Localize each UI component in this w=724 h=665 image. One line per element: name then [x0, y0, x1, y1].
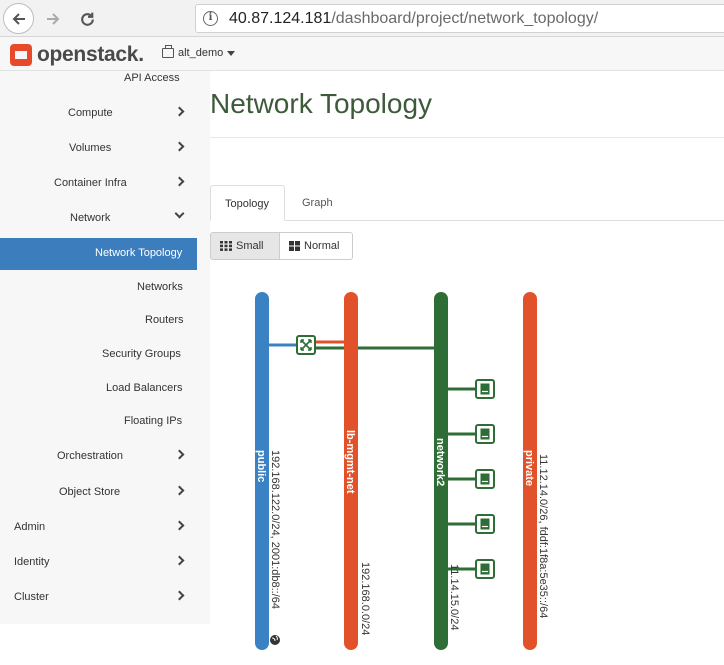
sidebar-item-identity[interactable]: Identity — [0, 548, 197, 578]
network-name-public: public — [255, 450, 267, 482]
network-name-network2: network2 — [434, 438, 446, 486]
small-size-button[interactable]: Small — [210, 232, 279, 260]
project-switcher[interactable]: alt_demo — [162, 45, 236, 59]
sidebar-item-compute[interactable]: Compute — [0, 99, 197, 129]
sidebar-item-routers[interactable]: Routers — [0, 306, 197, 336]
sidebar-item-network[interactable]: Network — [0, 204, 197, 234]
sidebar-item-admin[interactable]: Admin — [0, 513, 197, 543]
sidebar: API Access Compute Volumes Container Inf… — [0, 71, 210, 665]
size-toggle-group: Small Normal — [210, 232, 353, 260]
caret-down-icon — [227, 50, 236, 56]
sidebar-item-cluster[interactable]: Cluster — [0, 583, 197, 613]
page-title: Network Topology — [210, 88, 433, 119]
sidebar-item-floating-ips[interactable]: Floating IPs — [0, 407, 197, 437]
small-size-label: Small — [236, 240, 264, 252]
sidebar-item-api-access[interactable]: API Access — [0, 64, 197, 94]
instance-icon[interactable] — [475, 379, 495, 399]
chevron-right-icon — [174, 555, 185, 566]
sidebar-item-volumes[interactable]: Volumes — [0, 134, 197, 164]
network-cidr-network2: 11.14.15.0/24 — [448, 564, 460, 630]
chevron-right-icon — [174, 141, 185, 152]
reload-icon — [80, 12, 94, 26]
sidebar-item-network-topology[interactable]: Network Topology — [0, 238, 197, 270]
url-path: /dashboard/project/network_topology/ — [331, 10, 599, 27]
url-text[interactable]: 40.87.124.181/dashboard/project/network_… — [229, 10, 598, 28]
sidebar-item-load-balancers[interactable]: Load Balancers — [0, 374, 197, 404]
chevron-right-icon — [174, 106, 185, 117]
briefcase-icon — [162, 45, 174, 58]
sidebar-footer — [0, 624, 210, 665]
network-name-lb-mgmt-net: lb-mgmt-net — [344, 430, 356, 494]
grid-small-icon — [220, 241, 232, 251]
network-name-private: private — [523, 450, 535, 486]
sidebar-item-security-groups[interactable]: Security Groups — [0, 340, 197, 370]
instance-icon[interactable] — [475, 559, 495, 579]
chevron-right-icon — [174, 449, 185, 460]
info-icon[interactable]: i — [203, 11, 218, 26]
sidebar-item-object-store[interactable]: Object Store — [0, 478, 197, 508]
reload-button[interactable] — [72, 4, 102, 34]
project-name: alt_demo — [178, 47, 224, 59]
instance-icon[interactable] — [475, 514, 495, 534]
back-button[interactable] — [3, 3, 34, 34]
chevron-right-icon — [174, 485, 185, 496]
sidebar-item-orchestration[interactable]: Orchestration — [0, 442, 197, 472]
network-cidr-lb-mgmt-net: 192.168.0.0/24 — [359, 562, 371, 635]
arrow-right-icon — [47, 13, 60, 25]
browser-toolbar: i 40.87.124.181/dashboard/project/networ… — [0, 0, 724, 37]
network-cidr-private: 11.12.14.0/26, fddf:1f8a:5e35::/64 — [537, 454, 549, 618]
sidebar-item-networks[interactable]: Networks — [0, 273, 197, 303]
router-icon[interactable] — [296, 335, 316, 355]
tab-graph[interactable]: Graph — [285, 185, 355, 221]
address-bar[interactable]: i 40.87.124.181/dashboard/project/networ… — [195, 4, 724, 33]
url-host: 40.87.124.181 — [229, 10, 332, 27]
instance-icon[interactable] — [475, 424, 495, 444]
chevron-right-icon — [174, 520, 185, 531]
network-cidr-public: 192.168.122.0/24, 2001:db8::/64 — [269, 450, 281, 609]
chevron-right-icon — [174, 590, 185, 601]
normal-size-button[interactable]: Normal — [279, 232, 353, 260]
arrow-left-icon — [12, 12, 25, 25]
grid-large-icon — [289, 241, 300, 251]
instance-icon[interactable] — [475, 469, 495, 489]
globe-icon — [270, 635, 280, 645]
chevron-right-icon — [174, 176, 185, 187]
openstack-logo-icon — [10, 44, 32, 66]
topology-canvas: public lb-mgmt-net network2 private 192.… — [255, 292, 549, 650]
tab-topology[interactable]: Topology — [210, 185, 285, 221]
sidebar-item-container-infra[interactable]: Container Infra — [0, 169, 197, 199]
chevron-down-icon — [174, 208, 185, 219]
title-divider — [210, 137, 724, 138]
normal-size-label: Normal — [304, 240, 340, 252]
forward-button[interactable] — [38, 4, 68, 34]
